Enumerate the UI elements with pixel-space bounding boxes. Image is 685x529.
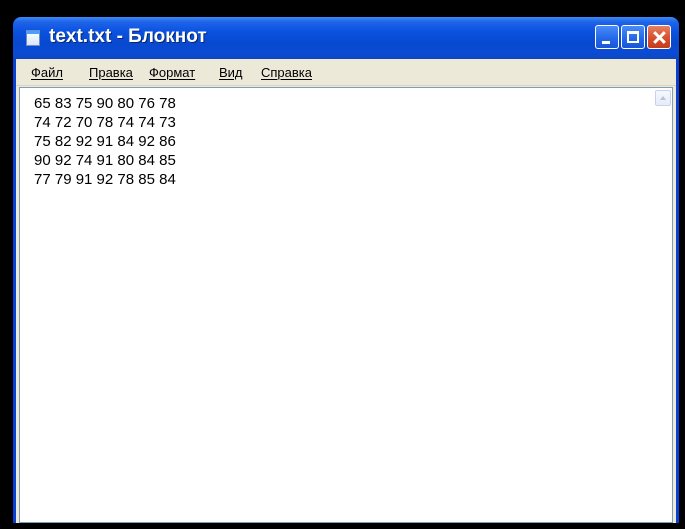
close-button[interactable]	[647, 25, 671, 49]
minimize-icon	[602, 41, 610, 44]
menu-edit[interactable]: Правка	[89, 65, 133, 80]
menu-view[interactable]: Вид	[219, 65, 243, 80]
menu-help[interactable]: Справка	[261, 65, 312, 80]
notepad-icon[interactable]	[26, 30, 40, 46]
text-line: 90 92 74 91 80 84 85	[34, 152, 176, 169]
window-title: text.txt - Блокнот	[49, 26, 207, 47]
text-line: 74 72 70 78 74 74 73	[34, 114, 176, 131]
client-area: Файл Правка Формат Вид Справка 65 83 75 …	[16, 59, 676, 523]
text-line: 65 83 75 90 80 76 78	[34, 95, 176, 112]
minimize-button[interactable]	[595, 25, 619, 49]
maximize-button[interactable]	[621, 25, 645, 49]
document-text[interactable]: 65 83 75 90 80 76 78 74 72 70 78 74 74 73…	[34, 94, 176, 189]
title-bar[interactable]: text.txt - Блокнот	[13, 17, 679, 59]
menu-file[interactable]: Файл	[31, 65, 63, 80]
notepad-window: text.txt - Блокнот Файл Правка Формат Ви…	[13, 17, 679, 523]
text-line: 75 82 92 91 84 92 86	[34, 133, 176, 150]
vertical-scrollbar[interactable]	[654, 88, 672, 522]
maximize-icon	[627, 31, 639, 43]
scroll-up-button[interactable]	[655, 90, 671, 106]
menu-format[interactable]: Формат	[149, 65, 195, 80]
menu-bar: Файл Правка Формат Вид Справка	[16, 59, 676, 86]
close-icon	[648, 26, 670, 48]
text-line: 77 79 91 92 78 85 84	[34, 171, 176, 188]
text-editor[interactable]: 65 83 75 90 80 76 78 74 72 70 78 74 74 73…	[19, 87, 673, 523]
